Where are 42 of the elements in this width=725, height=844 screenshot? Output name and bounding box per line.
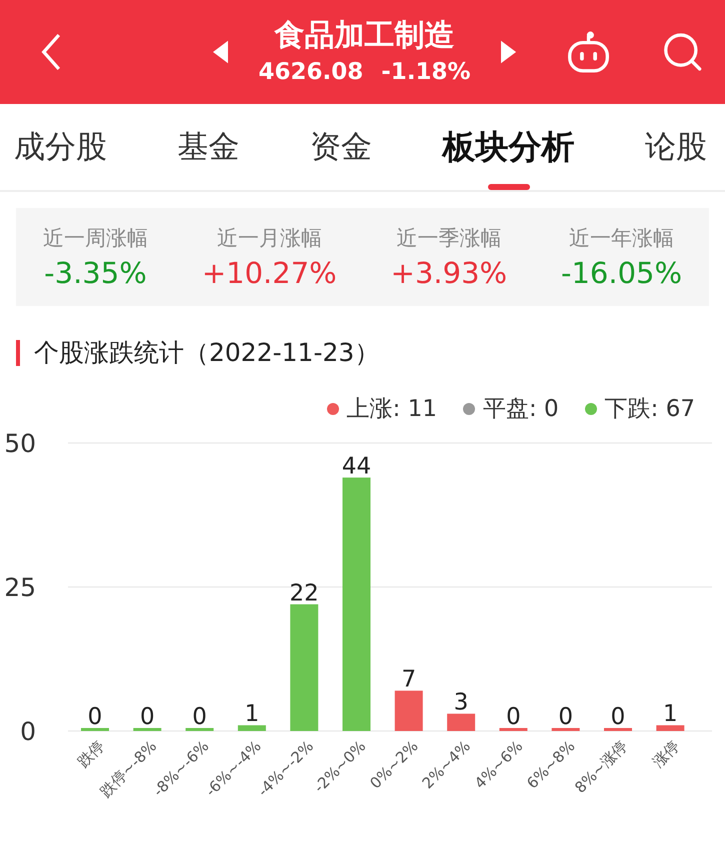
back-icon[interactable] (40, 32, 63, 72)
tab-indicator (488, 184, 530, 190)
next-icon[interactable] (501, 40, 517, 64)
tab[interactable]: 论股 (645, 104, 707, 190)
index-price: 4626.08 (258, 58, 364, 87)
period-value: -16.05% (561, 256, 682, 290)
bar-value-label: 44 (342, 454, 372, 480)
tab[interactable]: 基金 (178, 104, 240, 190)
period-value: +3.93% (390, 256, 508, 290)
tab[interactable]: 板块分析 (442, 104, 574, 190)
period-label: 近一季涨幅 (396, 225, 502, 252)
bar-value-label: 1 (662, 701, 678, 728)
period-value: +10.27% (202, 256, 337, 290)
y-tick-label: 50 (4, 430, 36, 458)
tab[interactable]: 资金 (310, 104, 372, 190)
bar-value-label: 0 (140, 704, 155, 730)
previous-icon[interactable] (212, 40, 228, 64)
period-value: -3.35% (44, 256, 147, 290)
period-label: 近一月涨幅 (216, 225, 322, 252)
section-marker (16, 340, 20, 366)
bar-value-label: 1 (244, 701, 260, 728)
bar-value-label: 0 (610, 704, 626, 730)
sector-title: 食品加工制造 (274, 17, 455, 55)
x-axis-label: 涨停 (649, 737, 684, 772)
tab[interactable]: 成分股 (14, 104, 107, 190)
bar-value-label: 3 (454, 690, 468, 716)
period-label: 近一周涨幅 (42, 225, 148, 252)
y-tick-label: 25 (4, 573, 36, 602)
period-label: 近一年涨幅 (569, 225, 674, 252)
legend-label: 平盘: 0 (482, 395, 559, 424)
bar-value-label: 7 (401, 666, 416, 693)
bar-value-label: 0 (558, 704, 574, 730)
y-tick-label: 0 (20, 717, 36, 746)
x-axis-label: 跌停 (74, 737, 108, 772)
bar-value-label: 0 (88, 704, 102, 730)
bar-value-label: 22 (290, 580, 319, 606)
section-title: 个股涨跌统计（2022-11-23） (34, 337, 380, 369)
bar-value-label: 0 (506, 704, 521, 730)
index-change: -1.18% (381, 58, 471, 87)
legend-label: 上涨: 11 (346, 395, 437, 424)
legend-label: 下跌: 67 (604, 395, 695, 424)
bar-value-label: 0 (192, 704, 207, 730)
